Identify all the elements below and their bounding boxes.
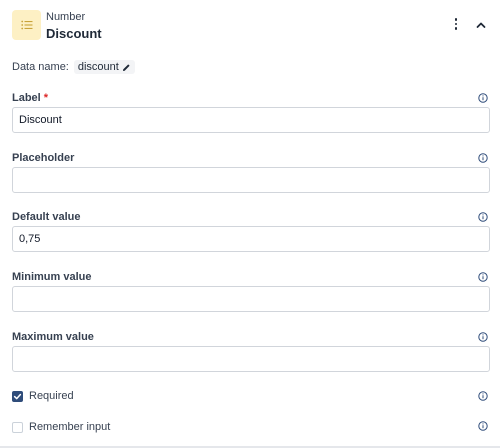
field-type-label: Number (46, 11, 86, 23)
placeholder-input[interactable] (12, 167, 490, 193)
info-circle-icon[interactable] (478, 153, 488, 163)
checkmark-icon (13, 393, 22, 399)
chevron-up-icon[interactable] (474, 18, 488, 32)
required-option[interactable]: Required (12, 389, 74, 403)
info-circle-icon[interactable] (478, 93, 488, 103)
remember-input-option[interactable]: Remember input (12, 420, 110, 434)
info-circle-icon[interactable] (478, 332, 488, 342)
field-header: Number Discount (12, 10, 490, 42)
default-value-input[interactable] (12, 226, 490, 252)
field-type-badge (12, 10, 41, 40)
minimum-value-field-label: Minimum value (12, 271, 92, 283)
label-field-label-text: Label (12, 92, 41, 104)
list-icon (20, 20, 32, 30)
info-circle-icon[interactable] (478, 272, 488, 282)
maximum-value-input[interactable] (12, 346, 490, 372)
minimum-value-input[interactable] (12, 286, 490, 312)
info-circle-icon[interactable] (478, 391, 488, 401)
data-name-label: Data name: (12, 61, 69, 73)
label-field-label: Label * (12, 92, 48, 104)
info-circle-icon[interactable] (478, 212, 488, 222)
kebab-icon[interactable] (450, 16, 462, 32)
label-input[interactable] (12, 107, 490, 133)
required-asterisk: * (43, 92, 49, 104)
remember-input-checkbox[interactable] (12, 421, 23, 433)
pencil-icon[interactable] (122, 63, 131, 72)
data-name-row: Data name: discount (12, 60, 135, 74)
placeholder-field-label: Placeholder (12, 152, 75, 164)
data-name-chip[interactable]: discount (73, 60, 135, 74)
required-checkbox[interactable] (12, 390, 23, 402)
remember-input-label: Remember input (29, 421, 111, 433)
required-label: Required (29, 390, 74, 402)
maximum-value-field-label: Maximum value (12, 331, 94, 343)
info-circle-icon[interactable] (478, 421, 488, 431)
data-name-value: discount (77, 61, 119, 73)
default-value-field-label: Default value (12, 211, 81, 223)
field-title: Discount (46, 26, 102, 41)
